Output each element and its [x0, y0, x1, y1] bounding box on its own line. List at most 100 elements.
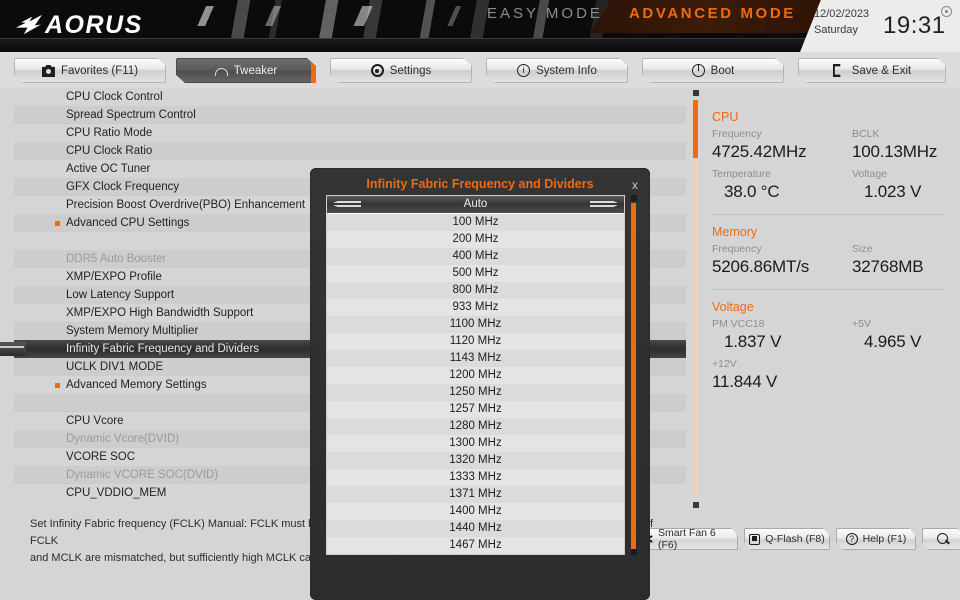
advanced-mode-button[interactable]: ADVANCED MODE — [629, 5, 796, 22]
menu-item-label: Dynamic Vcore(DVID) — [66, 433, 180, 445]
cpu-temperature-value: 38.0 °C — [724, 182, 780, 201]
footer-button-bar: Smart Fan 6 (F6) Q-Flash (F8) ? Help (F1… — [640, 528, 950, 552]
easy-mode-button[interactable]: EASY MODE — [487, 5, 603, 22]
option-item[interactable]: 1280 MHz — [327, 418, 624, 435]
option-item[interactable]: 400 MHz — [327, 248, 624, 265]
divider — [712, 214, 944, 215]
tab-settings[interactable]: Settings — [330, 58, 472, 83]
option-item[interactable]: 1400 MHz — [327, 503, 624, 520]
dialog-scrollbar-thumb[interactable] — [631, 203, 636, 551]
dialog-scrollbar[interactable] — [630, 195, 637, 555]
menu-item-label: Advanced CPU Settings — [66, 217, 190, 229]
info-icon: i — [517, 64, 530, 77]
option-item[interactable]: 1333 MHz — [327, 469, 624, 486]
smart-fan-label: Smart Fan 6 (F6) — [658, 527, 716, 551]
submenu-bullet-icon — [55, 383, 60, 388]
memory-size-value: 32768MB — [852, 257, 924, 276]
menu-item-label: UCLK DIV1 MODE — [66, 361, 164, 373]
option-item[interactable]: 100 MHz — [327, 214, 624, 231]
option-item[interactable]: 1250 MHz — [327, 384, 624, 401]
tab-save-exit[interactable]: Save & Exit — [798, 58, 946, 83]
cpu-bclk-label: BCLK — [852, 128, 880, 140]
tab-save-exit-label: Save & Exit — [851, 64, 912, 77]
divider — [712, 289, 944, 290]
menu-item-label: CPU_VDDIO_MEM — [66, 487, 167, 499]
time-label: 19:31 — [883, 12, 946, 39]
scrollbar-track[interactable] — [694, 100, 697, 498]
weekday-label: Saturday — [814, 24, 859, 36]
menu-item-label: Dynamic VCORE SOC(DVID) — [66, 469, 219, 481]
menu-item-label: Spread Spectrum Control — [66, 109, 196, 121]
pm-vcc18-label: PM VCC18 — [712, 318, 765, 330]
menu-item[interactable]: CPU Ratio Mode — [14, 124, 686, 142]
option-item[interactable]: 800 MHz — [327, 282, 624, 299]
menu-item-label: XMP/EXPO High Bandwidth Support — [66, 307, 254, 319]
menu-item-label: CPU Vcore — [66, 415, 124, 427]
option-item[interactable]: 1100 MHz — [327, 316, 624, 333]
menu-item[interactable]: CPU Clock Ratio — [14, 142, 686, 160]
plus12v-label: +12V — [712, 358, 737, 370]
menu-item[interactable]: CPU Clock Control — [14, 88, 686, 106]
voltage-spacer-2 — [852, 372, 960, 392]
menu-item-label: GFX Clock Frequency — [66, 181, 180, 193]
scrollbar-thumb[interactable] — [693, 100, 698, 158]
tab-system-info[interactable]: i System Info — [486, 58, 628, 83]
smart-fan-button[interactable]: Smart Fan 6 (F6) — [640, 528, 738, 550]
menu-item-label: XMP/EXPO Profile — [66, 271, 162, 283]
main-content: CPU Clock Control Spread Spectrum Control… — [0, 88, 960, 600]
menu-item-label: Infinity Fabric Frequency and Dividers — [66, 343, 260, 355]
tab-settings-label: Settings — [389, 64, 432, 77]
cpu-section-title: CPU — [712, 110, 739, 124]
option-list[interactable]: Auto 100 MHz 200 MHz 400 MHz 500 MHz 800 MHz 9… — [326, 195, 625, 555]
option-item[interactable]: 500 MHz — [327, 265, 624, 282]
page-scrollbar[interactable] — [692, 90, 699, 508]
plus12v-value: 11.844 V — [712, 372, 778, 391]
menu-item-label: DDR5 Auto Booster — [66, 253, 167, 265]
option-item-selected[interactable]: Auto — [327, 196, 624, 213]
submenu-bullet-icon — [55, 221, 60, 226]
option-item[interactable]: 1120 MHz — [327, 333, 624, 350]
help-button[interactable]: ? Help (F1) — [836, 528, 916, 550]
help-label: Help (F1) — [862, 533, 907, 545]
qflash-icon — [749, 534, 760, 545]
menu-item-label: Low Latency Support — [66, 289, 175, 301]
menu-item[interactable]: Spread Spectrum Control — [14, 106, 686, 124]
scrollbar-cap-top — [693, 90, 699, 96]
memory-frequency-value: 5206.86MT/s — [712, 257, 810, 276]
brand-text: AORUS — [45, 10, 143, 39]
option-item[interactable]: 1320 MHz — [327, 452, 624, 469]
option-item[interactable]: 933 MHz — [327, 299, 624, 316]
cpu-frequency-value: 4725.42MHz — [712, 142, 807, 161]
tab-boot[interactable]: Boot — [642, 58, 784, 83]
tab-favorites[interactable]: Favorites (F11) — [14, 58, 166, 83]
cpu-stats: Frequency BCLK 4725.42MHz 100.13MHz Temp… — [712, 128, 960, 202]
pm-vcc18-value: 1.837 V — [724, 332, 782, 351]
menu-item-label: CPU Ratio Mode — [66, 127, 153, 139]
voltage-section-title: Voltage — [712, 300, 754, 314]
option-item[interactable]: 1143 MHz — [327, 350, 624, 367]
dialog-title: Infinity Fabric Frequency and Dividers — [366, 177, 594, 191]
cpu-temperature-label: Temperature — [712, 168, 771, 180]
option-item[interactable]: 1371 MHz — [327, 486, 624, 503]
plus5v-label: +5V — [852, 318, 871, 330]
q-flash-button[interactable]: Q-Flash (F8) — [744, 528, 830, 550]
menu-item-label: Precision Boost Overdrive(PBO) Enhanceme… — [66, 199, 306, 211]
gear-icon — [371, 64, 384, 77]
tab-system-info-label: System Info — [536, 64, 597, 77]
header-angled-divider — [0, 38, 840, 52]
option-item[interactable]: 1440 MHz — [327, 520, 624, 537]
q-flash-label: Q-Flash (F8) — [765, 533, 825, 545]
menu-item-label: CPU Clock Ratio — [66, 145, 153, 157]
tab-tweaker[interactable]: Tweaker — [176, 58, 316, 83]
close-icon[interactable]: x — [632, 178, 638, 192]
search-button[interactable] — [922, 528, 960, 550]
option-item[interactable]: 1200 MHz — [327, 367, 624, 384]
option-item[interactable]: 1467 MHz — [327, 537, 624, 554]
voltage-stats: PM VCC18 +5V 1.837 V 4.965 V +12V 11.844… — [712, 318, 960, 392]
option-item[interactable]: 1300 MHz — [327, 435, 624, 452]
hardware-monitor-panel: CPU Frequency BCLK 4725.42MHz 100.13MHz … — [712, 110, 960, 392]
menu-item-label: CPU Clock Control — [66, 91, 163, 103]
option-item[interactable]: 1257 MHz — [327, 401, 624, 418]
gauge-icon — [215, 68, 228, 76]
option-item[interactable]: 200 MHz — [327, 231, 624, 248]
